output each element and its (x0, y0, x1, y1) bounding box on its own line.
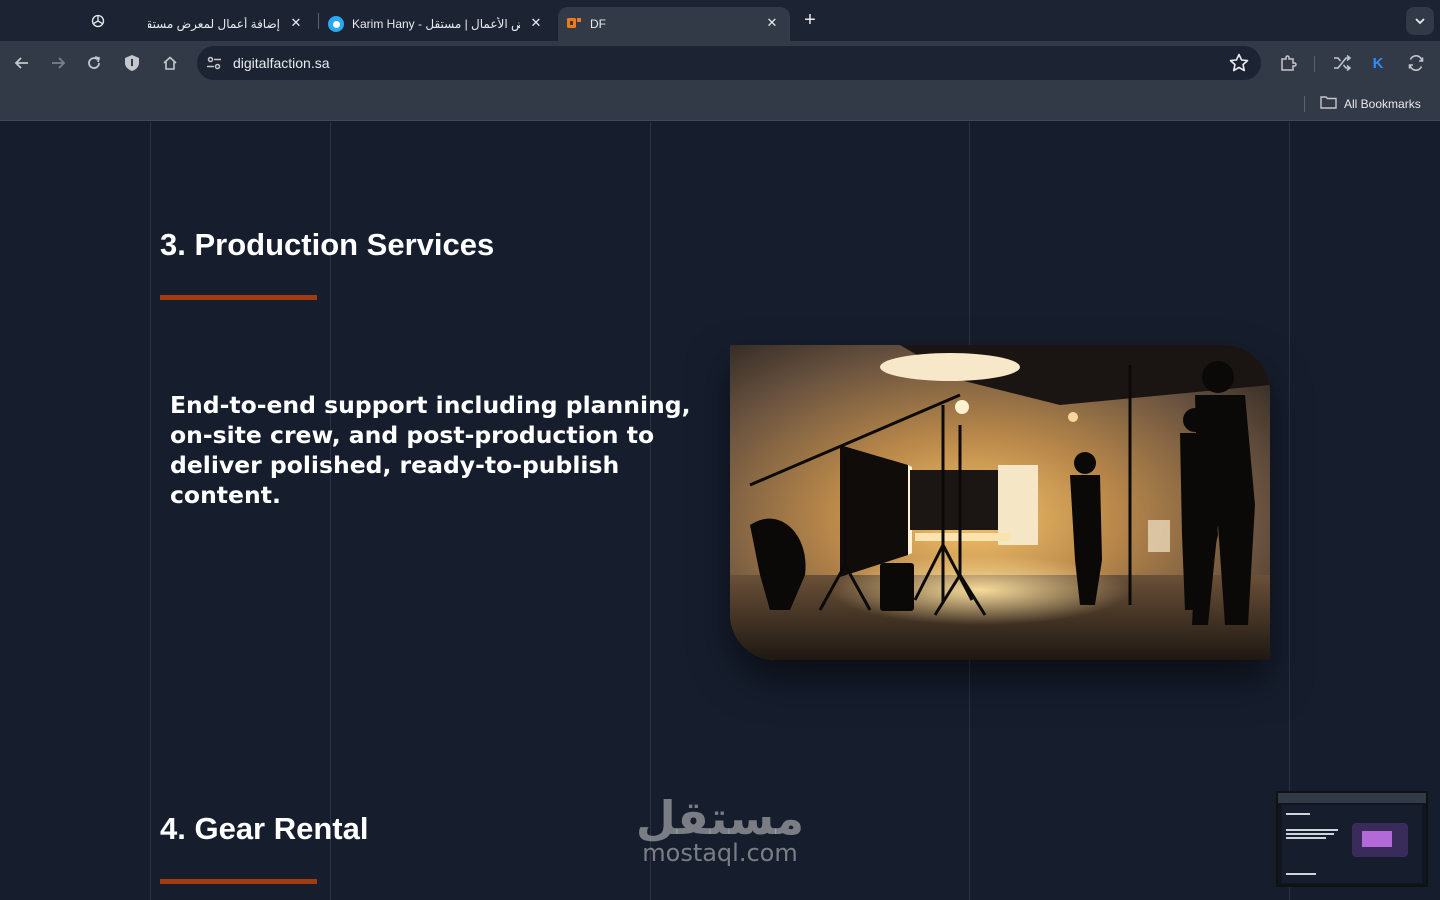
all-bookmarks-button[interactable]: All Bookmarks (1320, 95, 1421, 112)
browser-toolbar: digitalfaction.sa K (0, 41, 1440, 86)
bookmarks-bar: All Bookmarks (0, 86, 1440, 121)
tab-df[interactable]: DF ✕ (558, 7, 790, 41)
shield-icon[interactable] (118, 49, 146, 77)
folder-icon (1320, 95, 1337, 112)
all-bookmarks-label: All Bookmarks (1344, 96, 1421, 111)
production-services-description: End-to-end support including planning, o… (170, 391, 691, 509)
openai-pinned-tab-icon[interactable] (84, 7, 112, 35)
watermark-arabic: مستقل (635, 791, 805, 845)
page-preview-thumbnail[interactable] (1276, 791, 1428, 887)
extensions-puzzle-icon[interactable] (1274, 49, 1302, 77)
section-title-gear-rental: 4. Gear Rental (160, 811, 369, 846)
tab-title: DF (590, 17, 606, 31)
grid-line (150, 122, 151, 900)
reload-icon[interactable] (80, 49, 108, 77)
section-underline (160, 295, 317, 300)
profile-initial: K (1372, 54, 1384, 72)
tab-separator (318, 13, 319, 29)
tab-strip: إضافة أعمال لمعرض مستقل ✕ Karim Hany - م… (0, 0, 1440, 41)
tab-title: Karim Hany - معرض الأعمال | مستقل (352, 17, 520, 31)
grid-line (1289, 122, 1290, 900)
profile-avatar[interactable]: K (1364, 49, 1392, 77)
address-bar[interactable]: digitalfaction.sa (197, 46, 1261, 80)
tab-karim-hany[interactable]: Karim Hany - معرض الأعمال | مستقل ✕ (320, 7, 554, 41)
section-underline (160, 879, 317, 884)
production-studio-photo (730, 345, 1270, 660)
close-tab-icon[interactable]: ✕ (288, 15, 304, 31)
mostaql-icon (328, 16, 344, 32)
df-icon (567, 17, 581, 29)
tab-search-chevron-icon[interactable] (1406, 7, 1434, 35)
toolbar-separator (1314, 56, 1315, 72)
site-settings-icon[interactable] (206, 55, 222, 76)
section-title-production-services: 3. Production Services (160, 227, 495, 262)
page-content: 3. Production Services End-to-end suppor… (0, 122, 1440, 900)
watermark-latin: mostaql.com (642, 839, 798, 867)
back-arrow-icon[interactable] (8, 49, 36, 77)
tab-add-works[interactable]: إضافة أعمال لمعرض مستقل ✕ (118, 7, 314, 41)
forward-arrow-icon[interactable] (44, 49, 72, 77)
sync-icon[interactable] (1402, 49, 1430, 77)
tab-title: إضافة أعمال لمعرض مستقل (148, 17, 280, 31)
shuffle-extension-icon[interactable] (1328, 49, 1356, 77)
close-tab-icon[interactable]: ✕ (764, 15, 780, 31)
close-tab-icon[interactable]: ✕ (528, 15, 544, 31)
bookmark-star-icon[interactable] (1229, 53, 1249, 78)
home-icon[interactable] (156, 49, 184, 77)
new-tab-plus-icon[interactable]: + (796, 6, 824, 34)
mostaql-watermark: مستقل mostaql.com (620, 792, 820, 866)
grid-line (650, 122, 651, 900)
url-text[interactable]: digitalfaction.sa (233, 55, 330, 71)
bookmarks-separator (1304, 96, 1305, 112)
